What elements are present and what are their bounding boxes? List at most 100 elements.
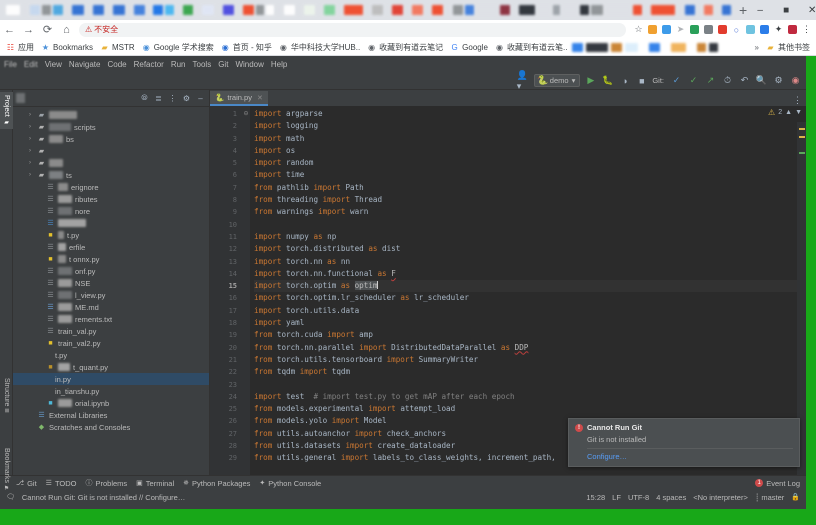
menu-item-help[interactable]: Help — [271, 60, 287, 69]
ide-menu-bar[interactable]: FileEditViewNavigateCodeRefactorRunTools… — [0, 56, 806, 72]
undo-icon[interactable]: ↶ — [738, 74, 751, 87]
chrome-menu-icon[interactable]: ⋮ — [800, 23, 813, 36]
chevron-right-icon[interactable]: › — [26, 124, 34, 130]
forward-icon[interactable]: → — [19, 20, 38, 39]
hide-icon[interactable]: – — [195, 93, 206, 104]
file-encoding[interactable]: UTF-8 — [628, 493, 649, 502]
bookmark-item[interactable]: ☷应用 — [4, 42, 36, 53]
code-line[interactable]: from pathlib import Path — [254, 182, 806, 194]
extension-icon[interactable]: ○ — [730, 23, 743, 36]
close-button[interactable]: ✕ — [799, 0, 816, 20]
code-line[interactable] — [254, 219, 806, 231]
stripe-warning-mark[interactable] — [799, 128, 805, 130]
collapse-all-icon[interactable]: ⦾ — [139, 93, 150, 104]
left-tool-rail[interactable]: Project▰Structure≣Bookmarks⚑ — [0, 90, 13, 475]
menu-item-view[interactable]: View — [45, 60, 62, 69]
search-icon[interactable]: 🔍 — [755, 74, 768, 87]
bookmark-item[interactable] — [689, 43, 694, 52]
browser-tab[interactable] — [465, 5, 474, 15]
code-line[interactable]: import random — [254, 157, 806, 169]
extension-icon[interactable] — [744, 23, 757, 36]
bookmark-item[interactable]: ◉Google 学术搜索 — [140, 42, 216, 53]
browser-tab[interactable] — [42, 5, 51, 15]
tree-item[interactable]: ☰External Libraries — [13, 409, 209, 421]
browser-tab[interactable] — [317, 5, 322, 15]
browser-tab[interactable] — [284, 5, 295, 15]
indent-setting[interactable]: 4 spaces — [656, 493, 686, 502]
bookmarks-bar[interactable]: ☷应用★Bookmarks▰MSTR◉Google 学术搜索◉首页 - 知乎◉华… — [0, 39, 816, 56]
user-icon[interactable]: 👤▾ — [517, 74, 530, 87]
browser-tab[interactable] — [722, 5, 731, 15]
chevron-right-icon[interactable]: › — [26, 172, 34, 178]
extension-icons[interactable]: ☆➤○✦⋮ — [632, 23, 816, 36]
palette-icon[interactable]: ◉ — [789, 74, 802, 87]
browser-tab[interactable] — [127, 5, 132, 15]
browser-tab[interactable] — [30, 5, 40, 15]
code-line[interactable]: import torch.nn.functional as F — [254, 268, 806, 280]
bookmark-item[interactable] — [586, 43, 608, 52]
tree-item[interactable]: ☰rements.txt — [13, 313, 209, 325]
code-line[interactable]: from warnings import warn — [254, 206, 806, 218]
browser-tab[interactable] — [195, 5, 200, 15]
browser-tab[interactable] — [93, 5, 104, 15]
bookmarks-overflow-button[interactable]: » — [753, 43, 761, 52]
menu-item-navigate[interactable]: Navigate — [69, 60, 101, 69]
extensions-puzzle-icon[interactable]: ✦ — [772, 23, 785, 36]
chevron-right-icon[interactable]: › — [26, 160, 34, 166]
tool-window-python-console[interactable]: ✦Python Console — [259, 479, 321, 488]
tree-item[interactable]: t.py — [13, 349, 209, 361]
code-line[interactable]: import numpy as np — [254, 231, 806, 243]
browser-tab[interactable] — [216, 5, 221, 15]
browser-tab[interactable] — [53, 5, 63, 15]
browser-tab[interactable] — [519, 5, 535, 15]
close-icon[interactable]: ✕ — [257, 94, 263, 102]
browser-tab[interactable] — [297, 5, 302, 15]
prev-problem-icon[interactable]: ▲ — [785, 109, 792, 116]
minimize-button[interactable]: – — [747, 0, 773, 20]
status-message[interactable]: Cannot Run Git: Git is not installed // … — [22, 493, 185, 502]
bookmark-item[interactable]: ◉收藏到有道云笔.. — [493, 42, 569, 53]
gear-icon[interactable]: ⚙ — [772, 74, 785, 87]
browser-tab[interactable] — [644, 5, 649, 15]
bookmark-item[interactable]: ◉华中科技大学HUB.. — [277, 42, 362, 53]
run-icon[interactable]: ▶ — [584, 74, 597, 87]
python-interpreter[interactable]: <No interpreter> — [693, 493, 748, 502]
rail-tab-project[interactable]: Project▰ — [0, 92, 13, 129]
tree-item[interactable]: ›▰ — [13, 109, 209, 121]
bookmark-item[interactable] — [709, 43, 718, 52]
browser-tab[interactable] — [500, 5, 510, 15]
event-log-button[interactable]: 1Event Log — [755, 479, 806, 488]
tree-item[interactable]: ☰NSE — [13, 277, 209, 289]
browser-tab[interactable] — [65, 5, 70, 15]
tool-window-python-packages[interactable]: ✵Python Packages — [183, 479, 250, 488]
code-line[interactable]: import time — [254, 169, 806, 181]
tree-item[interactable]: ☰train_val.py — [13, 325, 209, 337]
menu-item-tools[interactable]: Tools — [193, 60, 212, 69]
browser-tab[interactable] — [633, 5, 642, 15]
code-line[interactable]: import torch.distributed as dist — [254, 243, 806, 255]
code-line[interactable]: import torch.optim.lr_scheduler as lr_sc… — [254, 292, 806, 304]
stop-icon[interactable]: ■ — [635, 74, 648, 87]
code-line[interactable]: import os — [254, 145, 806, 157]
tool-window-todo[interactable]: ☰TODO — [46, 479, 77, 488]
tree-item[interactable]: ☰l_view.py — [13, 289, 209, 301]
code-line[interactable]: from torch.cuda import amp — [254, 329, 806, 341]
extension-icon[interactable] — [702, 23, 715, 36]
gear-icon[interactable]: ⚙ — [181, 93, 192, 104]
browser-tabs[interactable] — [0, 5, 733, 15]
browser-tab[interactable] — [22, 5, 28, 15]
bookmark-item[interactable] — [649, 43, 660, 52]
bookmark-item[interactable] — [625, 43, 638, 52]
browser-tab[interactable] — [113, 5, 125, 15]
push-icon[interactable]: ↗ — [704, 74, 717, 87]
browser-tab[interactable] — [304, 5, 315, 15]
bookmark-item[interactable]: ◉收藏到有道云笔记 — [365, 42, 445, 53]
browser-tab[interactable] — [677, 5, 683, 15]
browser-tab[interactable] — [453, 5, 463, 15]
code-line[interactable]: import argparse — [254, 108, 806, 120]
code-line[interactable]: import math — [254, 133, 806, 145]
browser-tab[interactable] — [243, 5, 254, 15]
fold-toggle-icon[interactable]: ⊖ — [242, 108, 250, 120]
browser-tab[interactable] — [183, 5, 193, 15]
tree-item[interactable]: ■t.py — [13, 229, 209, 241]
